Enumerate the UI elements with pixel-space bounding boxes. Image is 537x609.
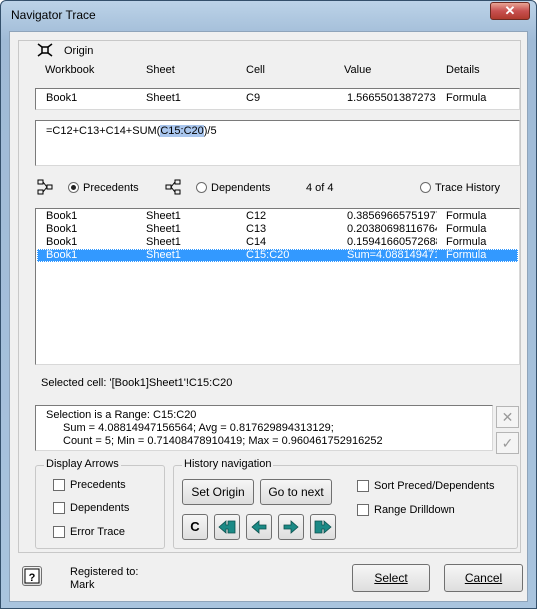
window-title: Navigator Trace [11,8,96,22]
formula-pre: =C12+C13+C14+SUM( [46,125,161,137]
history-navigation-label: History navigation [182,458,274,470]
arrows-error-trace-label[interactable]: Error Trace [70,526,125,538]
precedents-label[interactable]: Precedents [83,182,139,194]
precedents-radio[interactable] [68,182,79,193]
trace-list[interactable]: Book1 Sheet1 C12 0.385696657519772 Formu… [35,208,520,365]
header-workbook: Workbook [45,64,95,76]
row-value: 0.203806981167645 [347,223,437,235]
trace-count: 4 of 4 [306,182,334,194]
origin-label: Origin [64,45,94,57]
row-details: Formula [446,210,487,222]
formula-post: )/5 [203,125,217,137]
last-button[interactable] [310,514,336,540]
row-sheet: Sheet1 [146,210,181,222]
history-navigation-group: History navigation Set Origin Go to next… [173,458,518,549]
row-workbook: Book1 [46,236,78,248]
row-workbook: Book1 [46,249,78,261]
selected-cell-text: Selected cell: '[Book1]Sheet1'!C15:C20 [41,377,233,389]
origin-value: 1.5665501387273 [347,92,436,104]
row-sheet: Sheet1 [146,236,181,248]
origin-icon [37,43,53,57]
arrows-error-trace-checkbox[interactable] [53,526,65,538]
cancel-button-label: Cancel [464,571,503,585]
row-workbook: Book1 [46,223,78,235]
title-bar[interactable]: Navigator Trace ✕ [1,1,536,29]
row-value: 0.385696657519772 [347,210,437,222]
check-icon[interactable]: ✓ [496,432,519,454]
selection-info-box: Selection is a Range: C15:C20 Sum = 4.08… [35,405,493,451]
dialog-client: Origin Workbook Sheet Cell Value Details… [9,31,528,602]
origin-cell: C9 [246,92,261,104]
registered-name: Mark [70,579,95,591]
set-origin-button[interactable]: Set Origin [182,479,254,505]
origin-details: Formula [446,92,487,104]
origin-row[interactable]: Book1 Sheet1 C9 1.5665501387273 Formula [35,88,520,110]
cancel-icon[interactable]: ✕ [496,406,519,428]
precedents-icon [37,179,53,195]
row-value: 0.159416605726888 [347,236,437,248]
arrows-dependents-label[interactable]: Dependents [70,502,129,514]
dependents-label[interactable]: Dependents [211,182,270,194]
row-sheet: Sheet1 [146,249,181,261]
row-sheet: Sheet1 [146,223,181,235]
arrows-precedents-label[interactable]: Precedents [70,479,126,491]
range-drilldown-label[interactable]: Range Drilldown [374,504,455,516]
selection-info-line2: Sum = 4.08814947156564; Avg = 0.81762989… [63,422,334,434]
row-cell: C12 [246,210,267,222]
row-details: Formula [446,249,487,261]
formula-box[interactable]: =C12+C13+C14+SUM(C15:C20)/5 [35,120,520,166]
arrows-precedents-checkbox[interactable] [53,479,65,491]
registered-label: Registered to: [70,566,139,578]
table-row-selected[interactable]: Book1 Sheet1 C15:C20 Sum=4.0881494715656… [37,249,518,262]
selection-info-line3: Count = 5; Min = 0.71408478910419; Max =… [63,435,383,447]
fast-forward-arrow-icon [314,520,332,534]
row-details: Formula [446,236,487,248]
help-icon: ? [24,568,40,584]
row-cell: C15:C20 [246,249,290,261]
trace-history-radio[interactable] [420,182,431,193]
first-button[interactable] [214,514,240,540]
help-button[interactable]: ? [22,566,42,586]
formula-text: =C12+C13+C14+SUM(C15:C20)/5 [46,125,217,137]
arrows-dependents-checkbox[interactable] [53,502,65,514]
navigator-trace-window: Navigator Trace ✕ Origin Workbook Sheet … [0,0,537,609]
left-arrow-icon [251,520,267,534]
select-button[interactable]: Select [352,564,430,592]
go-to-next-button[interactable]: Go to next [260,479,332,505]
formula-highlight: C15:C20 [160,125,204,137]
row-cell: C14 [246,236,267,248]
selection-info-line1: Selection is a Range: C15:C20 [46,409,197,421]
header-details: Details [446,64,480,76]
previous-button[interactable] [246,514,272,540]
sort-preced-dependents-checkbox[interactable] [357,480,369,492]
header-sheet: Sheet [146,64,175,76]
table-row[interactable]: Book1 Sheet1 C13 0.203806981167645 Formu… [37,223,518,236]
header-value: Value [344,64,372,76]
cancel-button[interactable]: Cancel [444,564,523,592]
row-cell: C13 [246,223,267,235]
rewind-arrow-icon [218,520,236,534]
dependents-icon [165,179,181,195]
main-pane: Origin Workbook Sheet Cell Value Details… [18,40,521,553]
table-row[interactable]: Book1 Sheet1 C14 0.159416605726888 Formu… [37,236,518,249]
row-workbook: Book1 [46,210,78,222]
display-arrows-label: Display Arrows [44,458,121,470]
range-drilldown-checkbox[interactable] [357,504,369,516]
trace-history-label[interactable]: Trace History [435,182,500,194]
svg-text:?: ? [29,572,36,584]
table-row[interactable]: Book1 Sheet1 C12 0.385696657519772 Formu… [37,210,518,223]
right-arrow-icon [283,520,299,534]
row-value: Sum=4.08814947156564 [347,249,437,261]
dependents-radio[interactable] [196,182,207,193]
header-cell: Cell [246,64,265,76]
display-arrows-group: Display Arrows Precedents Dependents Err… [35,458,165,549]
origin-workbook: Book1 [46,92,78,104]
select-button-label: Select [374,571,408,585]
row-details: Formula [446,223,487,235]
sort-preced-dependents-label[interactable]: Sort Preced/Dependents [374,480,494,492]
origin-sheet: Sheet1 [146,92,181,104]
close-button[interactable]: ✕ [490,2,530,20]
next-button[interactable] [278,514,304,540]
c-button[interactable]: C [182,514,208,540]
